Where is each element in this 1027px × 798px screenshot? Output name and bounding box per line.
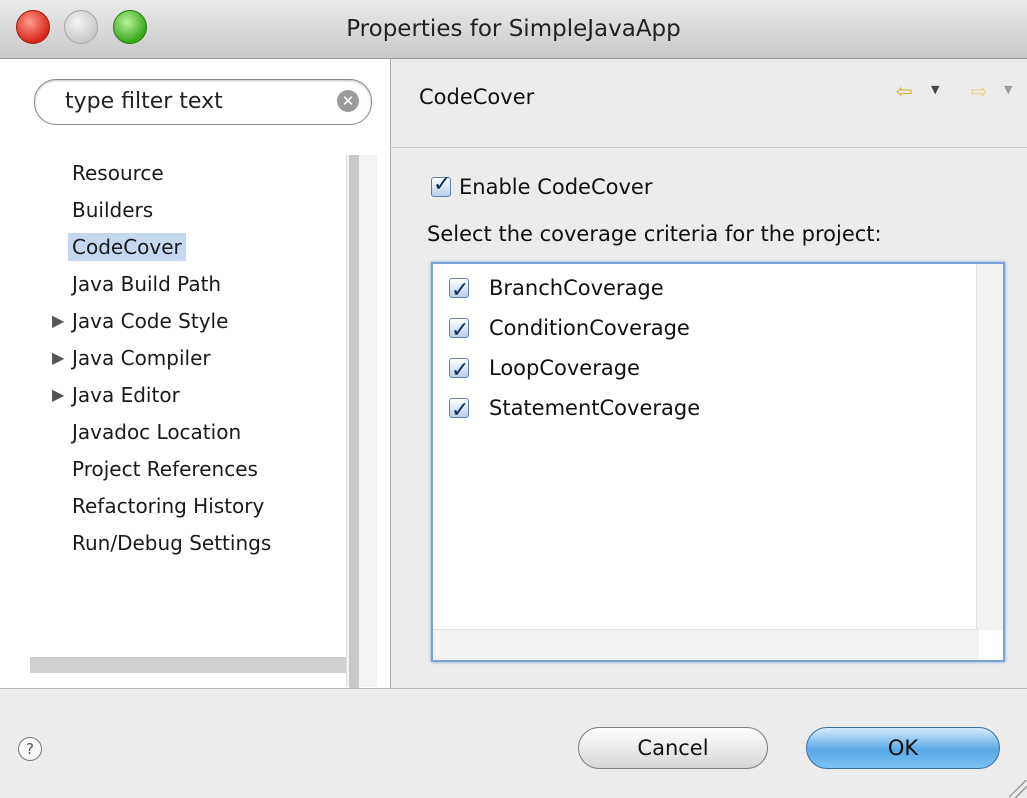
page-title: CodeCover <box>419 85 535 109</box>
property-page: CodeCover ⇦ ▼ ⇨ ▼ ✓ Enable CodeCover Sele… <box>391 59 1027 688</box>
tree-item-label: Java Editor <box>72 383 180 407</box>
checkmark-icon: ✓ <box>451 357 470 383</box>
tree-item-label: CodeCover <box>68 233 186 261</box>
help-icon[interactable]: ? <box>18 737 42 761</box>
criteria-horizontal-scrollbar[interactable] <box>433 629 979 660</box>
criteria-checkbox[interactable]: ✓ <box>449 277 469 303</box>
tree-item-builders[interactable]: Builders <box>72 192 153 228</box>
expand-arrow-icon[interactable]: ▶ <box>52 340 64 376</box>
checkmark-icon: ✓ <box>451 397 470 423</box>
tree-scroll-thumb[interactable] <box>349 155 359 711</box>
page-header: CodeCover ⇦ ▼ ⇨ ▼ <box>391 59 1027 148</box>
tree-item-java-build-path[interactable]: Java Build Path <box>72 266 221 302</box>
checkmark-icon: ✓ <box>451 317 470 343</box>
checkmark-icon: ✓ <box>451 277 470 303</box>
criteria-vertical-scrollbar[interactable] <box>976 264 1003 630</box>
criteria-label: BranchCoverage <box>489 275 664 300</box>
enable-codecover-row[interactable]: ✓ Enable CodeCover <box>431 172 653 205</box>
forward-history-dropdown-icon[interactable]: ▼ <box>1004 83 1012 96</box>
criteria-checkbox[interactable]: ✓ <box>449 357 469 383</box>
tree-item-label: Builders <box>72 198 154 222</box>
criteria-instruction: Select the coverage criteria for the pro… <box>427 222 882 246</box>
tree-item-label: Resource <box>72 161 164 185</box>
checkmark-icon: ✓ <box>433 172 452 197</box>
tree-item-label: Java Build Path <box>72 272 222 296</box>
dialog-button-bar: ? Cancel OK <box>0 688 1027 798</box>
clear-filter-icon[interactable]: ✕ <box>337 90 359 112</box>
tree-item-codecover[interactable]: CodeCover <box>68 229 186 265</box>
criteria-checkbox[interactable]: ✓ <box>449 397 469 423</box>
tree-item-java-code-style[interactable]: ▶ Java Code Style <box>52 303 229 339</box>
criteria-item-branch[interactable]: ✓ BranchCoverage <box>449 269 664 305</box>
tree-item-resource[interactable]: Resource <box>72 155 164 191</box>
tree-horizontal-scrollbar[interactable] <box>30 657 346 673</box>
filter-input[interactable]: type filter text ✕ <box>34 79 372 125</box>
enable-codecover-checkbox[interactable]: ✓ <box>431 172 451 197</box>
tree-item-label: Refactoring History <box>72 494 265 518</box>
tree-item-label: Run/Debug Settings <box>72 531 272 555</box>
expand-arrow-icon[interactable]: ▶ <box>52 303 64 339</box>
back-history-dropdown-icon[interactable]: ▼ <box>931 83 939 96</box>
tree-item-run-debug-settings[interactable]: Run/Debug Settings <box>72 525 271 561</box>
criteria-label: StatementCoverage <box>489 395 701 420</box>
coverage-criteria-list[interactable]: ✓ BranchCoverage ✓ ConditionCoverage ✓ Loop… <box>431 262 1005 662</box>
tree-item-label: Javadoc Location <box>72 420 242 444</box>
tree-vertical-scrollbar[interactable] <box>346 155 377 711</box>
tree-item-javadoc-location[interactable]: Javadoc Location <box>72 414 241 450</box>
tree-item-java-compiler[interactable]: ▶ Java Compiler <box>52 340 211 376</box>
criteria-checkbox[interactable]: ✓ <box>449 317 469 343</box>
tree-item-project-references[interactable]: Project References <box>72 451 258 487</box>
expand-arrow-icon[interactable]: ▶ <box>52 377 64 413</box>
window-title: Properties for SimpleJavaApp <box>346 16 681 42</box>
title-bar: Properties for SimpleJavaApp <box>0 0 1027 59</box>
tree-item-label: Java Compiler <box>72 346 211 370</box>
tree-item-java-editor[interactable]: ▶ Java Editor <box>52 377 180 413</box>
ok-button[interactable]: OK <box>806 727 1000 769</box>
resize-grip-icon[interactable] <box>1009 780 1027 798</box>
tree-item-label: Java Code Style <box>72 309 229 333</box>
tree-item-label: Project References <box>72 457 258 481</box>
back-arrow-icon[interactable]: ⇦ <box>896 79 913 103</box>
criteria-item-condition[interactable]: ✓ ConditionCoverage <box>449 309 690 345</box>
forward-arrow-icon[interactable]: ⇨ <box>971 79 988 103</box>
criteria-item-statement[interactable]: ✓ StatementCoverage <box>449 389 700 425</box>
filter-placeholder: type filter text <box>65 89 223 114</box>
enable-codecover-label: Enable CodeCover <box>459 175 653 199</box>
criteria-label: ConditionCoverage <box>489 315 690 340</box>
cancel-button[interactable]: Cancel <box>578 727 768 769</box>
criteria-item-loop[interactable]: ✓ LoopCoverage <box>449 349 640 385</box>
criteria-label: LoopCoverage <box>489 355 640 380</box>
tree-item-refactoring-history[interactable]: Refactoring History <box>72 488 264 524</box>
preference-tree-pane: type filter text ✕ Resource Builders Cod… <box>0 59 390 711</box>
